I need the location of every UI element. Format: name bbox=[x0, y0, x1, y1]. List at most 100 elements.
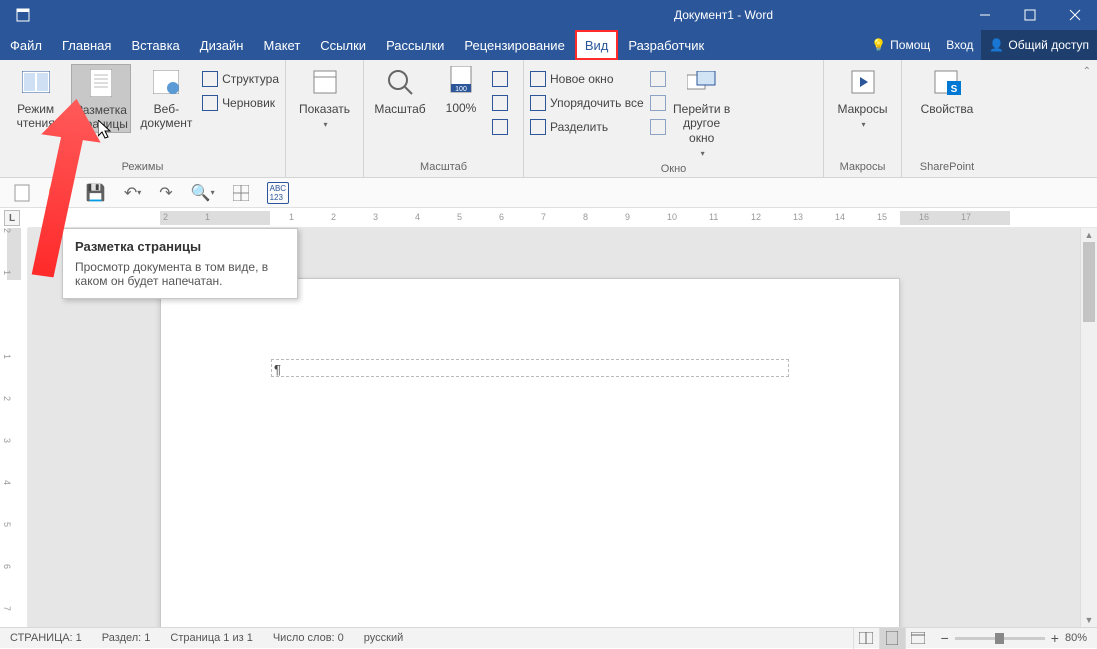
multi-page-button[interactable] bbox=[492, 92, 508, 114]
zoom-control: − + 80% bbox=[931, 630, 1097, 646]
one-page-button[interactable] bbox=[492, 68, 508, 90]
tab-layout[interactable]: Макет bbox=[253, 30, 310, 60]
close-button[interactable] bbox=[1052, 0, 1097, 30]
paragraph-mark: ¶ bbox=[274, 362, 281, 377]
view-read-mode-button[interactable] bbox=[853, 628, 879, 649]
maximize-button[interactable] bbox=[1007, 0, 1052, 30]
scroll-down-button[interactable]: ▼ bbox=[1081, 613, 1097, 627]
page-width-button[interactable] bbox=[492, 116, 508, 138]
group-label-sharepoint: SharePoint bbox=[902, 161, 992, 177]
view-print-layout-button[interactable] bbox=[879, 628, 905, 649]
tooltip: Разметка страницы Просмотр документа в т… bbox=[62, 228, 298, 299]
zoom-in-button[interactable]: + bbox=[1051, 630, 1059, 646]
minimize-button[interactable] bbox=[962, 0, 1007, 30]
vertical-ruler[interactable]: 211234567 bbox=[0, 228, 28, 627]
tab-mailings[interactable]: Рассылки bbox=[376, 30, 454, 60]
sign-in[interactable]: Вход bbox=[938, 38, 981, 52]
sync-scroll-icon bbox=[650, 95, 666, 111]
macros-button[interactable]: Макросы bbox=[833, 64, 893, 130]
properties-icon: S bbox=[931, 66, 963, 98]
status-page[interactable]: СТРАНИЦА: 1 bbox=[0, 632, 92, 644]
outline-button[interactable]: Структура bbox=[202, 68, 279, 90]
page[interactable]: ¶ bbox=[160, 278, 900, 627]
quick-access-toolbar: 📂 💾 ↶ ▾ ↷ 🔍▾ ABC123 bbox=[0, 178, 1097, 208]
ribbon-display-options[interactable] bbox=[0, 0, 45, 30]
horizontal-ruler[interactable]: 211234567891011121314151617 bbox=[28, 208, 1097, 228]
zoom-100-button[interactable]: 100 100% bbox=[436, 64, 486, 116]
share-button[interactable]: 👤Общий доступ bbox=[981, 30, 1097, 60]
tooltip-body: Просмотр документа в том виде, в каком о… bbox=[75, 260, 285, 288]
reset-window-button[interactable] bbox=[650, 116, 666, 138]
macros-icon bbox=[847, 66, 879, 98]
tab-selector[interactable]: L bbox=[4, 210, 20, 226]
view-side-by-side-button[interactable] bbox=[650, 68, 666, 90]
one-page-icon bbox=[492, 71, 508, 87]
page-width-icon bbox=[492, 119, 508, 135]
new-window-icon bbox=[530, 71, 546, 87]
show-icon bbox=[309, 66, 341, 98]
zoom-level[interactable]: 80% bbox=[1065, 632, 1087, 644]
status-word-count[interactable]: Число слов: 0 bbox=[263, 632, 354, 644]
sync-scroll-button[interactable] bbox=[650, 92, 666, 114]
zoom-slider[interactable] bbox=[955, 637, 1045, 640]
qat-redo-button[interactable]: ↷ bbox=[159, 183, 172, 203]
lightbulb-icon: 💡 bbox=[871, 38, 886, 52]
web-layout-button[interactable]: Веб- документ bbox=[137, 64, 196, 131]
tooltip-title: Разметка страницы bbox=[75, 239, 285, 254]
scroll-up-button[interactable]: ▲ bbox=[1081, 228, 1097, 242]
group-macros: Макросы Макросы bbox=[824, 60, 902, 177]
arrange-all-icon bbox=[530, 95, 546, 111]
reset-window-icon bbox=[650, 119, 666, 135]
show-button[interactable]: Показать bbox=[295, 64, 355, 130]
switch-windows-button[interactable]: Перейти в другое окно bbox=[672, 64, 732, 159]
status-page-of[interactable]: Страница 1 из 1 bbox=[160, 632, 262, 644]
properties-button[interactable]: S Свойства bbox=[917, 64, 977, 116]
print-layout-icon bbox=[85, 67, 117, 99]
tab-design[interactable]: Дизайн bbox=[190, 30, 254, 60]
text-area[interactable]: ¶ bbox=[271, 359, 789, 377]
share-icon: 👤 bbox=[989, 38, 1004, 52]
zoom-out-button[interactable]: − bbox=[941, 630, 949, 646]
qat-table-button[interactable] bbox=[233, 185, 249, 201]
view-web-layout-button[interactable] bbox=[905, 628, 931, 649]
vertical-scrollbar[interactable]: ▲ ▼ bbox=[1080, 228, 1097, 627]
svg-text:S: S bbox=[951, 84, 958, 95]
tab-developer[interactable]: Разработчик bbox=[618, 30, 714, 60]
group-show: Показать bbox=[286, 60, 364, 177]
tab-file[interactable]: Файл bbox=[0, 30, 52, 60]
draft-button[interactable]: Черновик bbox=[202, 92, 279, 114]
tab-insert[interactable]: Вставка bbox=[121, 30, 189, 60]
web-layout-icon bbox=[150, 66, 182, 98]
status-language[interactable]: русский bbox=[354, 632, 413, 644]
group-label-zoom: Масштаб bbox=[364, 161, 523, 177]
print-layout-button[interactable]: Разметка страницы bbox=[71, 64, 130, 133]
qat-undo-button[interactable]: ↶ ▾ bbox=[124, 183, 141, 203]
arrange-all-button[interactable]: Упорядочить все bbox=[530, 92, 644, 114]
qat-new-button[interactable] bbox=[14, 184, 30, 202]
group-zoom: Масштаб 100 100% Масштаб bbox=[364, 60, 524, 177]
split-icon bbox=[530, 119, 546, 135]
tab-references[interactable]: Ссылки bbox=[310, 30, 376, 60]
scroll-thumb[interactable] bbox=[1083, 242, 1095, 322]
status-section[interactable]: Раздел: 1 bbox=[92, 632, 161, 644]
ribbon: Режим чтения Разметка страницы Веб- доку… bbox=[0, 60, 1097, 178]
group-label-macros: Макросы bbox=[824, 161, 901, 177]
qat-open-button[interactable]: 📂 bbox=[48, 183, 68, 203]
side-by-side-icon bbox=[650, 71, 666, 87]
zoom-icon bbox=[384, 66, 416, 98]
group-label-window: Окно bbox=[524, 163, 823, 179]
tell-me[interactable]: 💡Помощ bbox=[863, 38, 938, 52]
read-mode-button[interactable]: Режим чтения bbox=[6, 64, 65, 131]
qat-spelling-button[interactable]: ABC123 bbox=[267, 182, 289, 204]
new-window-button[interactable]: Новое окно bbox=[530, 68, 644, 90]
tab-home[interactable]: Главная bbox=[52, 30, 121, 60]
split-button[interactable]: Разделить bbox=[530, 116, 644, 138]
tab-review[interactable]: Рецензирование bbox=[454, 30, 574, 60]
zoom-button[interactable]: Масштаб bbox=[370, 64, 430, 116]
group-sharepoint: S Свойства SharePoint bbox=[902, 60, 992, 177]
collapse-ribbon-button[interactable]: ⌃ bbox=[1083, 66, 1091, 77]
qat-save-button[interactable]: 💾 bbox=[86, 183, 106, 203]
group-label-views: Режимы bbox=[0, 161, 285, 177]
tab-view[interactable]: Вид bbox=[575, 30, 619, 60]
qat-print-preview-button[interactable]: 🔍▾ bbox=[191, 183, 215, 203]
